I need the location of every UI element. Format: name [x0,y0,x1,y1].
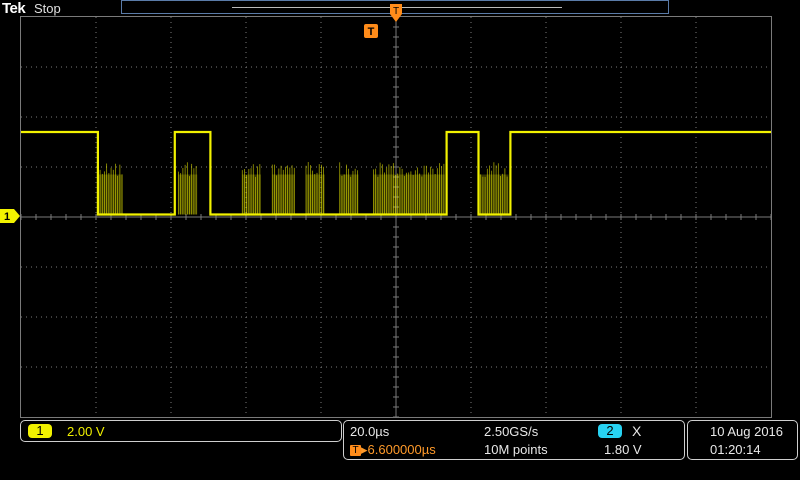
trigger-delay-value: ▸6.600000µs [361,442,436,457]
date: 10 Aug 2016 [710,424,783,439]
horizontal-scale: 20.0µs [350,424,389,439]
channel-1-ground-marker-icon: 1 [0,209,20,223]
sample-rate: 2.50GS/s [484,424,538,439]
trigger-position-icon: T [390,4,402,22]
trigger-point-icon: T [364,24,378,38]
channel-1-readout[interactable]: 1 2.00 V [20,420,342,442]
marker-overlay: T T 1 [0,0,800,480]
date-time-readout: 10 Aug 2016 01:20:14 [687,420,798,460]
record-length: 10M points [484,442,548,457]
trigger-level: 1.80 V [604,442,642,457]
trigger-source-badge: 2 [598,424,622,438]
channel-1-marker-label: 1 [4,211,10,223]
trigger-slope-icon: X [632,423,641,439]
trigger-point-label: T [368,26,375,38]
channel-1-scale: 2.00 V [67,424,105,439]
trigger-delay: T ▸6.600000µs [350,442,436,458]
trigger-position-label: T [393,6,399,17]
time: 01:20:14 [710,442,761,457]
timebase-readout[interactable]: 20.0µs 2.50GS/s T ▸6.600000µs 10M points … [343,420,685,460]
channel-1-badge: 1 [28,424,52,438]
trigger-delay-icon: T [350,445,361,456]
